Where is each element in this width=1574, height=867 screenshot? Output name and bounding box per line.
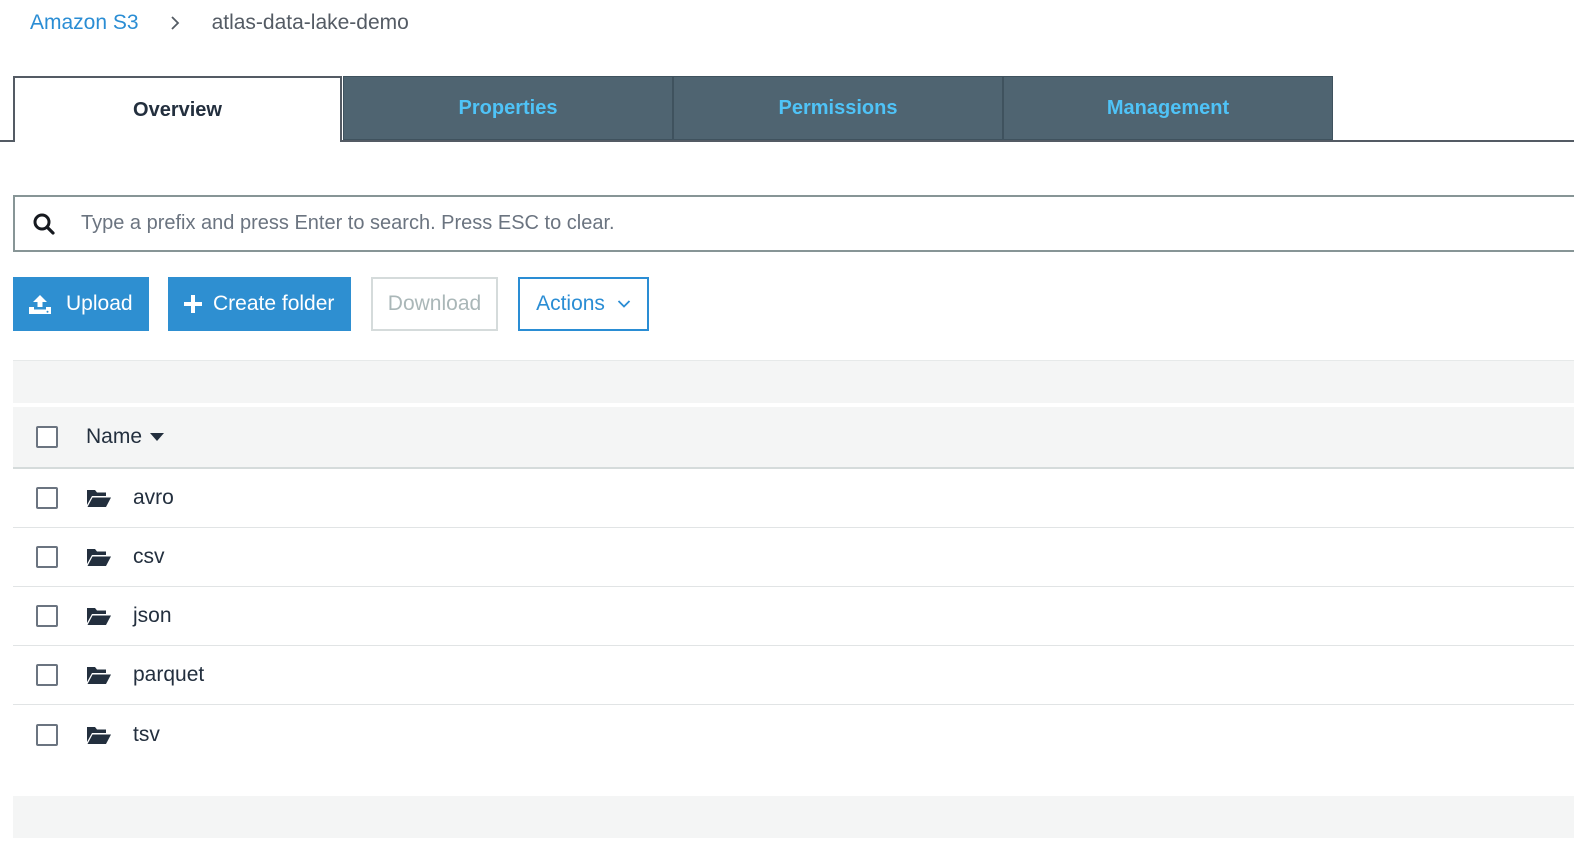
create-folder-button[interactable]: Create folder <box>168 277 351 331</box>
tab-management[interactable]: Management <box>1003 76 1333 140</box>
table-footer-bar <box>13 796 1574 838</box>
tab-permissions[interactable]: Permissions <box>673 76 1003 140</box>
folder-name-link[interactable]: json <box>133 604 172 628</box>
actions-button-label: Actions <box>536 292 605 315</box>
folder-name-link[interactable]: tsv <box>133 723 160 747</box>
table-row: tsv <box>13 705 1574 764</box>
row-checkbox[interactable] <box>36 605 58 627</box>
search-input[interactable] <box>73 212 1481 235</box>
s3-bucket-page: Amazon S3 atlas-data-lake-demo Overview … <box>0 0 1574 867</box>
object-list: avro csv json parquet tsv <box>13 469 1574 764</box>
folder-open-icon <box>86 665 112 685</box>
tab-bar: Overview Properties Permissions Manageme… <box>0 76 1574 142</box>
breadcrumb-amazon-s3-link[interactable]: Amazon S3 <box>30 11 139 35</box>
table-row: parquet <box>13 646 1574 705</box>
name-column-header[interactable]: Name <box>86 425 165 449</box>
breadcrumb-current-bucket: atlas-data-lake-demo <box>211 11 409 34</box>
name-column-label: Name <box>86 425 143 448</box>
upload-button-label: Upload <box>66 292 133 315</box>
folder-open-icon <box>86 547 112 567</box>
select-all-checkbox[interactable] <box>36 426 58 448</box>
tab-overview[interactable]: Overview <box>13 76 342 142</box>
row-checkbox[interactable] <box>36 487 58 509</box>
folder-name-link[interactable]: csv <box>133 545 165 569</box>
table-header: Name <box>13 407 1574 469</box>
create-folder-button-label: Create folder <box>213 292 335 315</box>
folder-name-link[interactable]: parquet <box>133 663 204 687</box>
table-row: json <box>13 587 1574 646</box>
tab-properties[interactable]: Properties <box>343 76 673 140</box>
table-row: csv <box>13 528 1574 587</box>
row-checkbox[interactable] <box>36 546 58 568</box>
upload-icon <box>28 293 52 315</box>
table-top-bar <box>13 360 1574 403</box>
breadcrumb: Amazon S3 atlas-data-lake-demo <box>30 10 409 36</box>
chevron-right-icon <box>170 15 180 31</box>
caret-down-icon <box>150 432 165 442</box>
download-button-label: Download <box>387 292 482 315</box>
plus-icon <box>183 294 203 314</box>
folder-open-icon <box>86 725 112 745</box>
search-icon <box>15 212 73 236</box>
actions-dropdown-button[interactable]: Actions <box>518 277 649 331</box>
folder-name-link[interactable]: avro <box>133 486 174 510</box>
folder-open-icon <box>86 488 112 508</box>
download-button[interactable]: Download <box>371 277 498 331</box>
row-checkbox[interactable] <box>36 723 58 746</box>
upload-button[interactable]: Upload <box>13 277 149 331</box>
chevron-down-icon <box>617 299 631 309</box>
table-row: avro <box>13 469 1574 528</box>
row-checkbox[interactable] <box>36 664 58 686</box>
search-bar <box>13 195 1574 252</box>
folder-open-icon <box>86 606 112 626</box>
